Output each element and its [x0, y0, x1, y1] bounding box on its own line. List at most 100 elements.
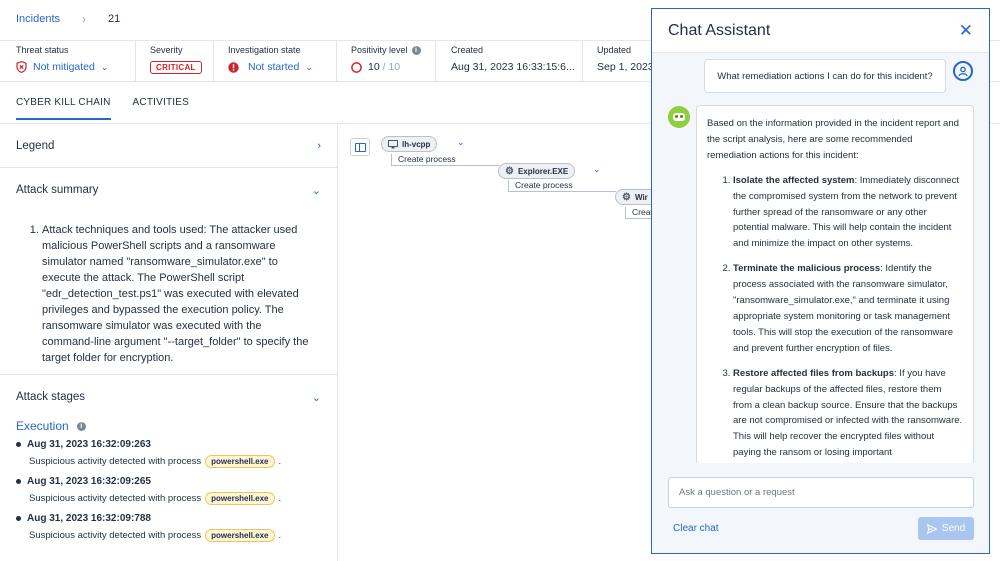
- chevron-right-icon: ›: [82, 12, 87, 26]
- bullet-icon: [16, 516, 21, 521]
- send-icon: [926, 523, 937, 534]
- user-avatar-icon: [953, 61, 973, 81]
- step-title: Restore affected files from backups: [733, 367, 895, 379]
- investigation-state-dropdown[interactable]: Not started: [248, 61, 299, 73]
- close-icon[interactable]: ✕: [959, 22, 973, 39]
- chat-title: Chat Assistant: [668, 21, 771, 39]
- divider: [582, 41, 583, 81]
- bullet-icon: [16, 442, 21, 447]
- created-label: Created: [451, 45, 484, 55]
- tab-activities[interactable]: ACTIVITIES: [133, 97, 189, 120]
- severity-label: Severity: [150, 45, 183, 55]
- circle-outline-icon: [351, 61, 362, 73]
- threat-status-dropdown[interactable]: Not mitigated: [33, 61, 95, 73]
- breadcrumb-incidents-link[interactable]: Incidents: [16, 13, 60, 25]
- execution-desc: Suspicious activity detected with proces…: [29, 456, 202, 467]
- step-text: : If you have regular backups of the aff…: [733, 367, 963, 459]
- severity-badge: CRITICAL: [150, 61, 202, 74]
- tab-cyber-kill-chain[interactable]: CYBER KILL CHAIN: [16, 97, 111, 120]
- updated: Updated Sep 1, 2023: [597, 45, 654, 73]
- info-icon[interactable]: i: [411, 45, 421, 55]
- assistant-intro: Based on the information provided in the…: [707, 118, 959, 161]
- attack-stages-section[interactable]: Attack stages ⌄: [0, 375, 337, 419]
- breadcrumb: Incidents › 21: [16, 12, 120, 26]
- positivity-level: Positivity level i 10 / 10: [351, 45, 421, 73]
- tab-bar: CYBER KILL CHAIN ACTIVITIES: [16, 97, 189, 120]
- attack-summary-title: Attack summary: [16, 184, 99, 196]
- chat-input[interactable]: [668, 477, 974, 508]
- threat-status: Threat status Not mitigated ⌄: [16, 45, 108, 73]
- alert-circle-icon: [228, 61, 239, 73]
- divider: [336, 41, 337, 81]
- execution-time: Aug 31, 2023 16:32:09:263: [27, 439, 151, 450]
- execution-desc: Suspicious activity detected with proces…: [29, 530, 202, 541]
- divider: [213, 41, 214, 81]
- step-title: Isolate the affected system: [733, 174, 855, 186]
- attack-summary-item: Attack techniques and tools used: The at…: [42, 222, 315, 366]
- assistant-message: Based on the information provided in the…: [696, 105, 974, 463]
- chevron-down-icon[interactable]: ⌄: [457, 137, 465, 148]
- attack-summary-section[interactable]: Attack summary ⌄: [0, 168, 337, 212]
- created-value: Aug 31, 2023 16:33:15:6...: [451, 61, 575, 73]
- chevron-down-icon[interactable]: ⌄: [101, 62, 109, 73]
- shield-x-icon: [16, 61, 27, 73]
- chevron-right-icon[interactable]: ›: [317, 140, 321, 152]
- positivity-level-label: Positivity level: [351, 45, 408, 55]
- attack-summary-text: Attack techniques and tools used: The at…: [0, 212, 337, 375]
- send-button[interactable]: Send: [918, 517, 974, 540]
- monitor-icon: [388, 139, 398, 148]
- attack-stages-title: Attack stages: [16, 391, 86, 403]
- threat-status-label: Threat status: [16, 45, 69, 55]
- gear-icon: ⚙: [505, 165, 514, 177]
- chevron-down-icon[interactable]: ⌄: [312, 391, 321, 404]
- edge-label: Create process: [391, 154, 499, 166]
- breadcrumb-current: 21: [108, 13, 121, 25]
- process-tag[interactable]: powershell.exe: [205, 529, 275, 542]
- execution-title: Execution: [16, 419, 69, 433]
- graph-node-host[interactable]: lh-vcpp: [381, 136, 438, 152]
- positivity-max: / 10: [382, 61, 401, 73]
- graph-node-explorer[interactable]: ⚙ Explorer.EXE: [498, 163, 576, 179]
- chat-header: Chat Assistant ✕: [652, 9, 989, 53]
- list-item: Terminate the malicious process: Identif…: [733, 261, 963, 356]
- node-label: Wir: [634, 192, 648, 202]
- user-message: What remediation actions I can do for th…: [704, 59, 946, 93]
- legend-section[interactable]: Legend ›: [0, 124, 337, 168]
- execution-list: Aug 31, 2023 16:32:09:263 Suspicious act…: [0, 433, 337, 542]
- divider: [435, 41, 436, 81]
- positivity-value: 10: [368, 61, 380, 73]
- execution-stage-title: Execution i: [0, 419, 337, 433]
- updated-label: Updated: [597, 45, 632, 55]
- severity: Severity CRITICAL: [150, 45, 202, 74]
- execution-desc: Suspicious activity detected with proces…: [29, 493, 202, 504]
- execution-time: Aug 31, 2023 16:32:09:788: [27, 513, 151, 524]
- chevron-down-icon[interactable]: ⌄: [305, 62, 313, 73]
- execution-suffix: .: [278, 493, 282, 504]
- step-title: Terminate the malicious process: [733, 263, 881, 275]
- list-item: Aug 31, 2023 16:32:09:265 Suspicious act…: [16, 476, 321, 505]
- kill-chain-graph[interactable]: lh-vcpp ⌄ Create process ⚙ Explorer.EXE …: [339, 124, 655, 561]
- list-item: Aug 31, 2023 16:32:09:788 Suspicious act…: [16, 513, 321, 542]
- list-item: Aug 31, 2023 16:32:09:263 Suspicious act…: [16, 439, 321, 468]
- clear-chat-button[interactable]: Clear chat: [673, 523, 719, 534]
- list-item: Restore affected files from backups: If …: [733, 366, 963, 461]
- assistant-avatar-icon: [668, 106, 690, 128]
- toggle-panel-button[interactable]: [350, 138, 370, 156]
- execution-suffix: .: [278, 530, 282, 541]
- investigation-state-label: Investigation state: [228, 45, 301, 55]
- process-tag[interactable]: powershell.exe: [205, 492, 275, 505]
- graph-node-child[interactable]: ⚙ Wir: [615, 189, 655, 205]
- chevron-down-icon[interactable]: ⌄: [312, 184, 321, 197]
- step-text: : Identify the process associated with t…: [733, 263, 954, 354]
- chat-messages[interactable]: What remediation actions I can do for th…: [652, 53, 989, 463]
- investigation-state: Investigation state Not started ⌄: [228, 45, 313, 73]
- updated-value: Sep 1, 2023: [597, 61, 654, 73]
- bullet-icon: [16, 479, 21, 484]
- execution-suffix: .: [278, 456, 282, 467]
- divider: [135, 41, 136, 81]
- process-tag[interactable]: powershell.exe: [205, 455, 275, 468]
- sidebar-toggle-icon: [354, 142, 366, 152]
- info-icon[interactable]: i: [76, 421, 86, 431]
- chevron-down-icon[interactable]: ⌄: [593, 164, 601, 175]
- list-item: Isolate the affected system: Immediately…: [733, 173, 963, 253]
